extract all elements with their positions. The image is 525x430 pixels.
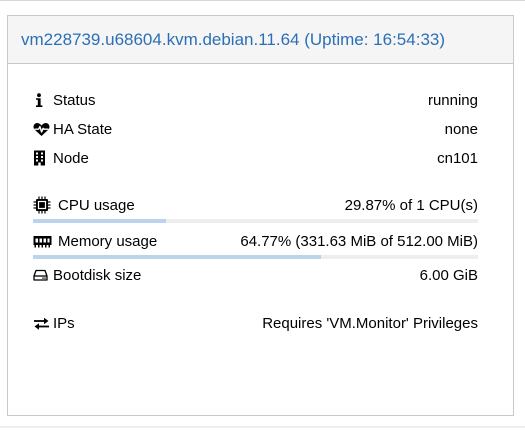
status-row: Status running xyxy=(33,89,478,111)
memory-usage-label: Memory usage xyxy=(58,232,158,250)
cpu-usage-label: CPU usage xyxy=(58,196,135,214)
cpu-usage-bar-fill xyxy=(33,219,166,223)
building-icon xyxy=(33,150,53,166)
cpu-usage-bar xyxy=(33,219,478,223)
ha-state-row: HA State none xyxy=(33,118,478,140)
node-label: Node xyxy=(53,149,89,167)
status-label: Status xyxy=(53,91,96,109)
cpu-usage-row: CPU usage 29.87% of 1 CPU(s) xyxy=(33,194,478,216)
panel-header: vm228739.u68604.kvm.debian.11.64 (Uptime… xyxy=(8,16,513,64)
hdd-icon xyxy=(33,267,53,283)
ips-value: Requires 'VM.Monitor' Privileges xyxy=(262,314,478,332)
page-top-divider xyxy=(0,0,525,1)
ha-state-label: HA State xyxy=(53,120,113,138)
bootdisk-size-label: Bootdisk size xyxy=(53,266,142,284)
memory-icon xyxy=(33,233,58,249)
bootdisk-size-row: Bootdisk size 6.00 GiB xyxy=(33,264,478,286)
node-row: Node cn101 xyxy=(33,147,478,169)
memory-usage-bar-fill xyxy=(33,255,322,259)
ips-row: IPs Requires 'VM.Monitor' Privileges xyxy=(33,312,478,334)
ha-state-value: none xyxy=(444,120,478,138)
memory-usage-row: Memory usage 64.77% (331.63 MiB of 512.0… xyxy=(33,230,478,252)
page-bottom-divider xyxy=(0,426,525,428)
memory-usage-bar xyxy=(33,255,478,259)
panel-title: vm228739.u68604.kvm.debian.11.64 (Uptime… xyxy=(21,29,446,49)
status-value: running xyxy=(427,91,478,109)
cpu-chip-icon xyxy=(33,196,58,214)
cpu-usage-value: 29.87% of 1 CPU(s) xyxy=(344,196,478,214)
memory-usage-value: 64.77% (331.63 MiB of 512.00 MiB) xyxy=(240,232,478,250)
heartbeat-icon xyxy=(33,121,53,137)
exchange-arrows-icon xyxy=(33,315,53,331)
ips-label: IPs xyxy=(53,314,75,332)
info-icon xyxy=(33,92,53,108)
node-value: cn101 xyxy=(437,149,478,167)
bootdisk-size-value: 6.00 GiB xyxy=(419,266,478,284)
